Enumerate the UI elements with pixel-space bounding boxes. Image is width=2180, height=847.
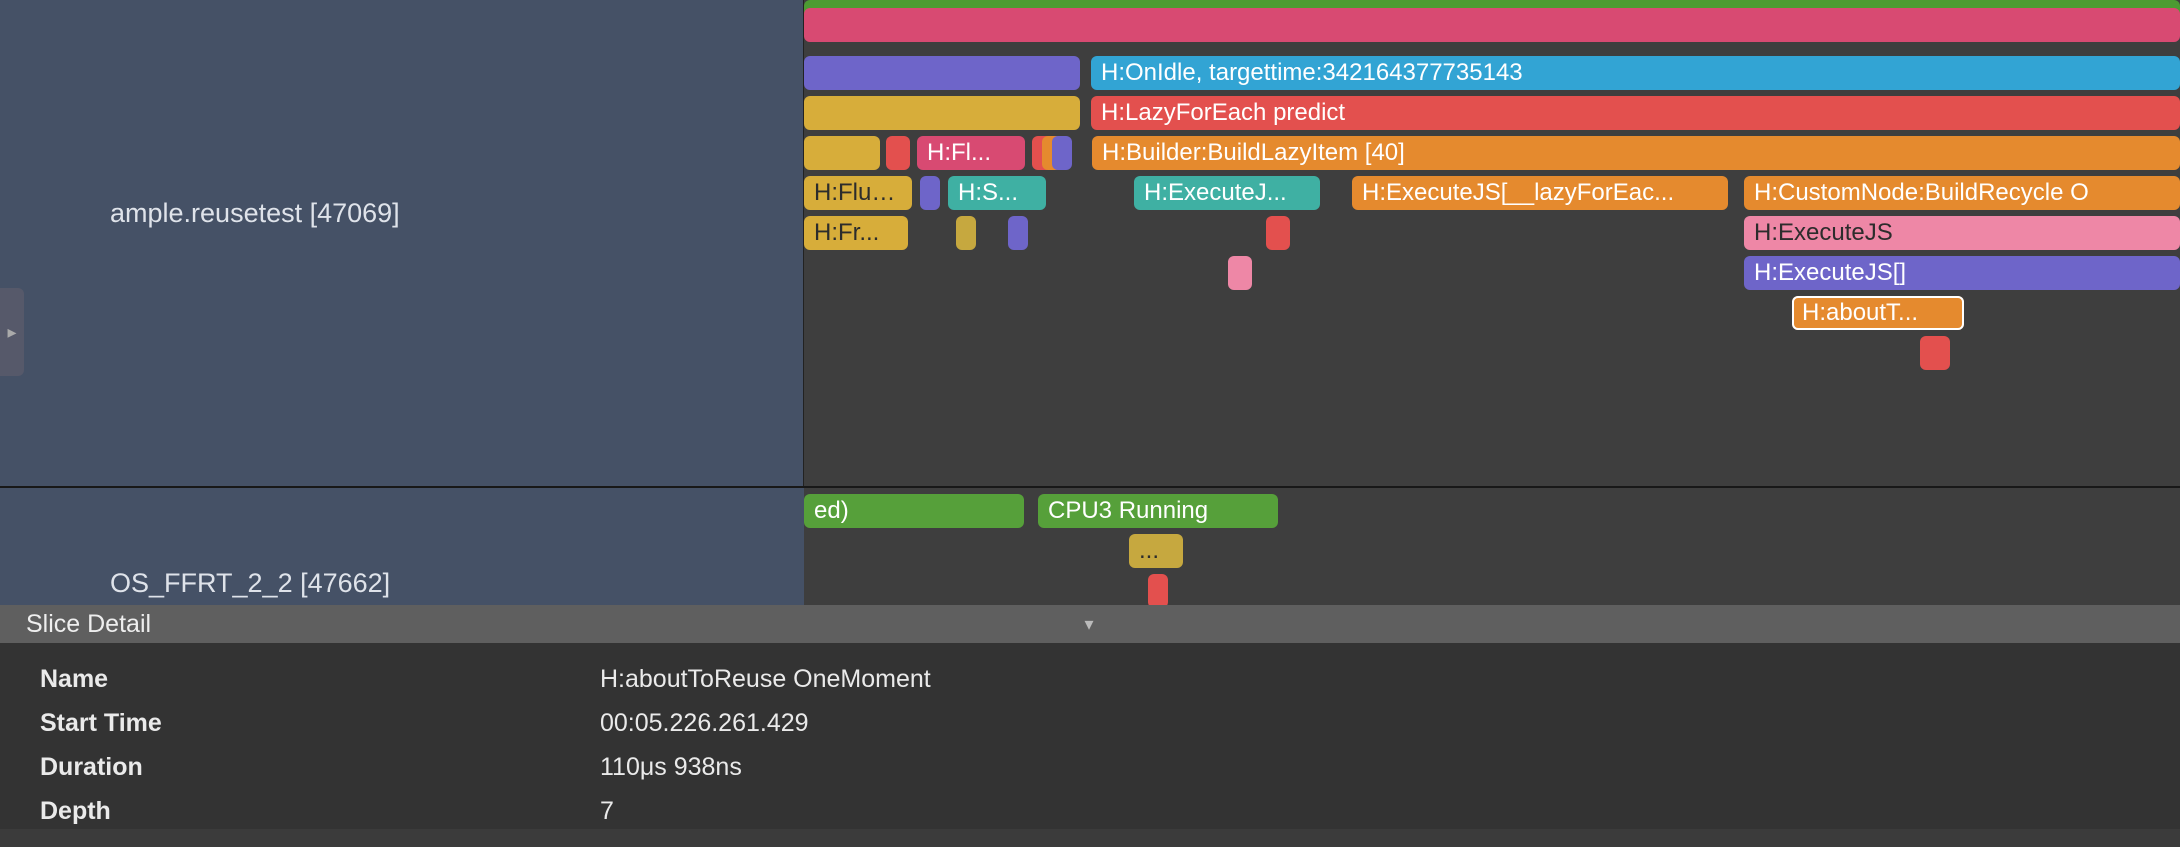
detail-row: Start Time00:05.226.261.429: [40, 701, 2140, 745]
trace-slice[interactable]: H:ExecuteJ...: [1134, 176, 1320, 210]
drag-handle-icon[interactable]: ▾: [1084, 614, 1095, 635]
trace-slice[interactable]: [1228, 256, 1252, 290]
detail-value: 7: [600, 797, 614, 826]
detail-row: Depth7: [40, 789, 2140, 833]
process-sidebar[interactable]: ample.reusetest [47069] ▸: [0, 0, 804, 486]
trace-slice[interactable]: H:ExecuteJS[__lazyForEac...: [1352, 176, 1728, 210]
trace-slice[interactable]: ...: [1129, 534, 1183, 568]
collapse-handle[interactable]: ▸: [0, 288, 24, 376]
detail-key: Duration: [40, 753, 600, 782]
slice-detail-body: NameH:aboutToReuse OneMomentStart Time00…: [0, 643, 2180, 847]
ffrt-label: OS_FFRT_2_2 [47662]: [110, 568, 390, 599]
detail-row: NameH:aboutToReuse OneMoment: [40, 657, 2140, 701]
process-label: ample.reusetest [47069]: [110, 198, 400, 229]
ffrt-sidebar[interactable]: OS_FFRT_2_2 [47662]: [0, 488, 804, 607]
trace-slice[interactable]: [956, 216, 976, 250]
detail-row: Duration110μs 938ns: [40, 745, 2140, 789]
trace-slice[interactable]: H:ExecuteJS: [1744, 216, 2180, 250]
trace-slice[interactable]: H:Flus...: [804, 176, 912, 210]
trace-slice[interactable]: H:LazyForEach predict: [1091, 96, 2180, 130]
trace-slice[interactable]: H:ExecuteJS[]: [1744, 256, 2180, 290]
trace-slice[interactable]: H:Builder:BuildLazyItem [40]: [1092, 136, 2180, 170]
slice-detail-title: Slice Detail: [26, 610, 151, 639]
trace-slice[interactable]: H:Fl...: [917, 136, 1025, 170]
trace-slice[interactable]: [804, 96, 1080, 130]
trace-slice[interactable]: H:Fr...: [804, 216, 908, 250]
trace-slice[interactable]: [886, 136, 910, 170]
detail-value: 110μs 938ns: [600, 753, 742, 782]
slice-detail-panel: Slice Detail ▾ NameH:aboutToReuse OneMom…: [0, 605, 2180, 829]
slice-detail-header[interactable]: Slice Detail ▾: [0, 605, 2180, 643]
trace-slice[interactable]: [1148, 574, 1168, 608]
flame-chart: ample.reusetest [47069] ▸ H:OnIdle, targ…: [0, 0, 2180, 486]
trace-slice[interactable]: [1008, 216, 1028, 250]
trace-slice[interactable]: [804, 56, 1080, 90]
trace-slice[interactable]: H:OnIdle, targettime:342164377735143: [1091, 56, 2180, 90]
ffrt-row: OS_FFRT_2_2 [47662] ed) CPU3 Running...: [0, 486, 2180, 605]
flame-tracks[interactable]: H:OnIdle, targettime:342164377735143 H:La…: [804, 0, 2180, 486]
detail-key: Name: [40, 665, 600, 694]
trace-slice[interactable]: H:S...: [948, 176, 1046, 210]
trace-slice[interactable]: CPU3 Running: [1038, 494, 1278, 528]
trace-slice[interactable]: H:aboutT...: [1792, 296, 1964, 330]
ffrt-tracks[interactable]: ed) CPU3 Running...: [804, 488, 2180, 607]
detail-key: Start Time: [40, 709, 600, 738]
trace-slice[interactable]: ed): [804, 494, 1024, 528]
trace-slice[interactable]: H:CustomNode:BuildRecycle O: [1744, 176, 2180, 210]
trace-slice[interactable]: [804, 136, 880, 170]
detail-key: Depth: [40, 797, 600, 826]
trace-slice[interactable]: [1920, 336, 1950, 370]
detail-value: 00:05.226.261.429: [600, 709, 809, 738]
trace-slice[interactable]: [1266, 216, 1290, 250]
trace-slice[interactable]: [804, 8, 2180, 42]
detail-value: H:aboutToReuse OneMoment: [600, 665, 931, 694]
trace-slice[interactable]: [920, 176, 940, 210]
trace-slice[interactable]: [1052, 136, 1072, 170]
